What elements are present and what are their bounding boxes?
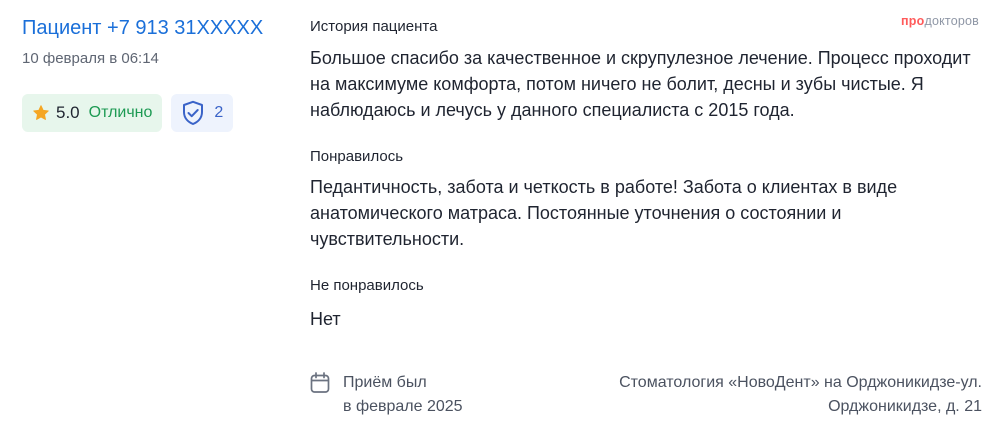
clinic-address: Орджоникидзе, д. 21 xyxy=(828,398,982,415)
liked-title: Понравилось xyxy=(310,148,404,165)
disliked-title: Не понравилось xyxy=(310,277,424,294)
author-name-link[interactable]: Пациент +7 913 31XXXXX xyxy=(22,14,292,42)
visit-label: Приём был xyxy=(343,374,427,391)
rating-label: Отлично xyxy=(88,104,153,121)
rating-value: 5.0 xyxy=(56,103,80,122)
star-icon xyxy=(32,104,50,122)
clinic-name: Стоматология «НовоДент» на Орджоникидзе-… xyxy=(619,374,982,391)
rating-badge: 5.0 Отлично xyxy=(22,94,163,132)
review-date: 10 февраля в 06:14 xyxy=(22,50,159,67)
review-footer: Приём был в феврале 2025 Стоматология «Н… xyxy=(310,371,982,419)
review-body: История пациента Большое спасибо за каче… xyxy=(310,16,982,332)
shield-check-icon xyxy=(181,100,205,126)
liked-text: Педантичность, забота и четкость в работ… xyxy=(310,177,898,249)
disliked-text: Нет xyxy=(310,309,341,329)
clinic-link[interactable]: Стоматология «НовоДент» на Орджоникидзе-… xyxy=(619,371,982,419)
review-author-panel: Пациент +7 913 31XXXXX 10 февраля в 06:1… xyxy=(22,14,292,132)
verification-badge[interactable]: 2 xyxy=(171,94,234,132)
patient-story-text: Большое спасибо за качественное и скрупу… xyxy=(310,48,971,120)
visit-info: Приём был в феврале 2025 xyxy=(310,371,463,419)
review-badges: 5.0 Отлично 2 xyxy=(22,94,292,132)
verification-count: 2 xyxy=(214,104,224,121)
visit-date: в феврале 2025 xyxy=(343,398,463,415)
patient-story-title: История пациента xyxy=(310,18,438,35)
calendar-icon xyxy=(310,372,330,394)
